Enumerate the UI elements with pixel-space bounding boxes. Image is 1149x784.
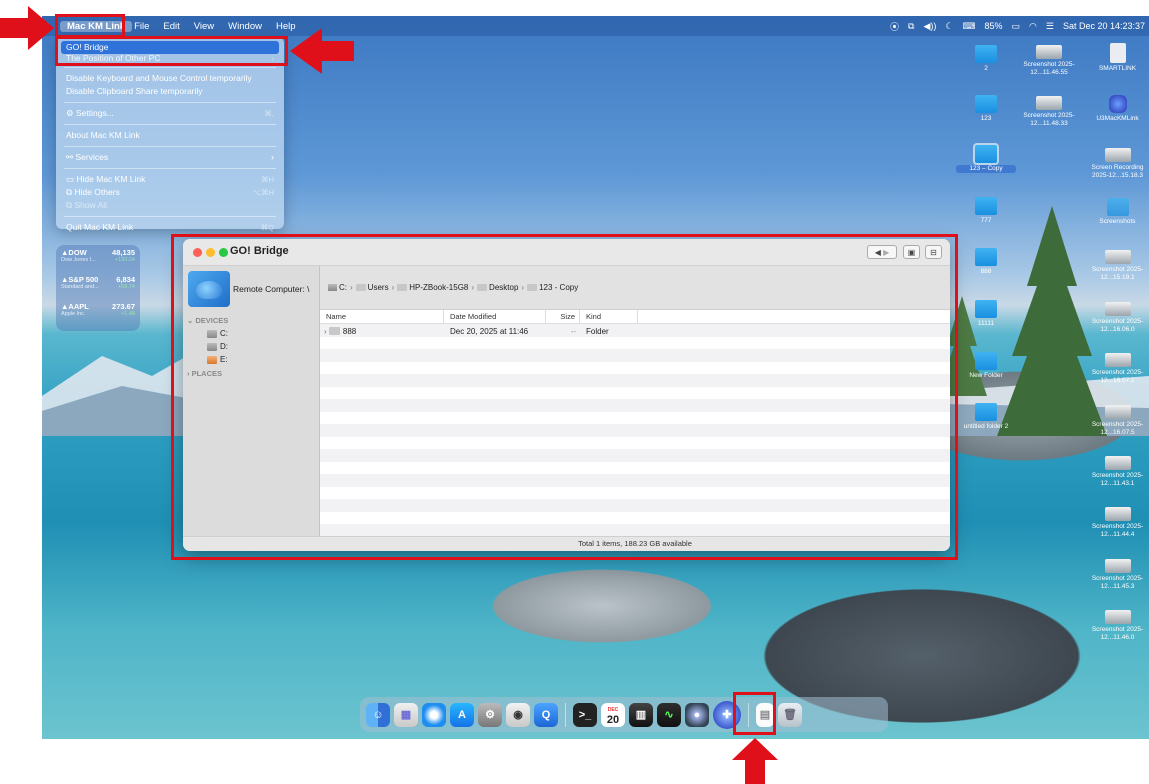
trash-icon[interactable]: 🗑 [778, 702, 802, 727]
system-settings-icon[interactable]: ⚙ [478, 702, 502, 727]
app-icon [1108, 95, 1127, 113]
stocks-widget[interactable]: ▲DOW 48,135 Dow Jones I... +183.04 ▲S&P 50… [56, 245, 140, 331]
quicktime-icon[interactable]: Q [534, 702, 558, 727]
keyboard-icon[interactable]: ⌨ [962, 21, 975, 32]
highlight-box-window [171, 234, 958, 560]
desktop-folder-777[interactable]: 777 [956, 197, 1016, 225]
launchpad-icon[interactable]: ▦ [394, 702, 418, 727]
folder-icon [975, 352, 997, 370]
piano-icon[interactable]: ▥ [629, 702, 653, 727]
terminal-icon[interactable]: >_ [573, 702, 597, 727]
hide-icon: ▭ [66, 174, 77, 184]
stock-dow: ▲DOW 48,135 Dow Jones I... +183.04 [61, 248, 135, 263]
red-arrow-left [290, 28, 354, 74]
dock: ☺ ▦ ✦ A ⚙ ◉ Q >_ DEC 20 ▥ ∿ ● ✚ ▤ 🗑 [360, 697, 888, 732]
screenshot-app-icon[interactable]: ◉ [506, 702, 530, 727]
gear-icon: ⚙ [66, 108, 76, 118]
highlight-box-go-bridge [55, 36, 288, 66]
folder-icon [975, 197, 997, 215]
screen-record-icon[interactable]: ⦿ [890, 20, 899, 33]
menu-item-services[interactable]: ⚯ Services › [61, 151, 279, 164]
menu-item-quit[interactable]: Quit Mac KM Link ⌘Q [61, 221, 279, 234]
menu-item-settings[interactable]: ⚙ Settings... ⌘, [61, 107, 279, 120]
screenshot-thumbnail-icon [1036, 45, 1062, 59]
menu-bar-status: ⦿ ⧉ ◀)) ☾ ⌨ 85% ▭ ◠ ☰ Sat Dec 20 14:23:3… [890, 16, 1149, 36]
screenshot-thumbnail-icon [1104, 456, 1131, 470]
desktop-screenshot-3[interactable]: Screenshot 2025-12...15.19.1 [1086, 250, 1149, 282]
activity-monitor-icon[interactable]: ∿ [657, 702, 681, 727]
folder-icon [1106, 198, 1129, 216]
screenshot-thumbnail-icon [1104, 302, 1131, 316]
screenshot-thumbnail-icon [1104, 559, 1131, 573]
dock-divider [565, 702, 566, 727]
menu-file[interactable]: File [132, 21, 156, 32]
desktop-screenshot-1[interactable]: Screenshot 2025-12...11.46.55 [1017, 45, 1081, 77]
desktop-screenshot-9[interactable]: Screenshot 2025-12...11.45.3 [1086, 559, 1149, 591]
desktop-screen-recording[interactable]: Screen Recording 2025-12...15.18.3 [1086, 148, 1149, 180]
link-icon[interactable]: ⧉ [908, 21, 914, 32]
desktop-folder-new-folder[interactable]: New Folder [956, 352, 1016, 380]
folder-icon [973, 143, 999, 165]
moon-icon[interactable]: ☾ [945, 21, 953, 32]
screenshot-thumbnail-icon [1104, 507, 1131, 521]
folder-icon [975, 403, 997, 421]
disk-utility-icon[interactable]: ● [685, 702, 709, 727]
desktop-u3mackmlink[interactable]: U3MacKMLink [1086, 95, 1149, 123]
desktop-screenshot-5[interactable]: Screenshot 2025-12...16.07.1 [1086, 353, 1149, 385]
desktop-screenshot-2[interactable]: Screenshot 2025-12...11.48.33 [1017, 96, 1081, 128]
desktop-screenshot-10[interactable]: Screenshot 2025-12...11.46.0 [1086, 610, 1149, 642]
menu-edit[interactable]: Edit [156, 21, 186, 32]
desktop-folder-untitled-2[interactable]: untitled folder 2 [956, 403, 1016, 431]
stock-sp500: ▲S&P 500 6,834 Standard and... +59.74 [61, 275, 135, 290]
red-arrow-right [0, 6, 54, 50]
battery-icon[interactable]: ▭ [1011, 21, 1020, 32]
desktop-screenshot-8[interactable]: Screenshot 2025-12...11.44.4 [1086, 507, 1149, 539]
folder-icon [975, 248, 997, 266]
screenshot-thumbnail-icon [1104, 250, 1131, 264]
folder-icon [975, 300, 997, 318]
battery-percent[interactable]: 85% [984, 21, 1002, 31]
highlight-box-dock-icon [733, 692, 776, 735]
control-center-icon[interactable]: ☰ [1046, 21, 1054, 32]
finder-icon[interactable]: ☺ [366, 702, 390, 727]
screenshot-thumbnail-icon [1104, 405, 1131, 419]
stock-aapl: ▲AAPL 273.67 Apple Inc. +1.48 [61, 302, 135, 317]
folder-icon [975, 95, 997, 113]
desktop-screenshot-7[interactable]: Screenshot 2025-12...11.43.1 [1086, 456, 1149, 488]
screenshot-thumbnail-icon [1104, 353, 1131, 367]
desktop-folder-123-copy[interactable]: 123 – Copy [956, 143, 1016, 173]
highlight-box-app-menu [55, 14, 125, 38]
desktop-smartlink[interactable]: SMARTLINK [1086, 43, 1149, 73]
volume-icon[interactable]: ◀)) [923, 21, 936, 32]
menu-item-hide[interactable]: ▭ Hide Mac KM Link ⌘H [61, 173, 279, 186]
desktop-screenshot-6[interactable]: Screenshot 2025-12...16.07.5 [1086, 405, 1149, 437]
calendar-icon[interactable]: DEC 20 [601, 702, 625, 727]
menu-item-about[interactable]: About Mac KM Link [61, 129, 279, 142]
desktop-folder-11111[interactable]: 11111 [956, 300, 1016, 328]
desktop-screenshot-4[interactable]: Screenshot 2025-12...16.06.0 [1086, 302, 1149, 334]
screenshot-thumbnail-icon [1036, 96, 1062, 110]
menu-bar: Mac KM Link File Edit View Window Help ⦿… [42, 16, 1149, 36]
desktop-folder-2[interactable]: 2 [956, 45, 1016, 73]
desktop-screenshots-folder[interactable]: Screenshots [1086, 198, 1149, 226]
red-arrow-up [732, 738, 778, 784]
screenshot-thumbnail-icon [1104, 148, 1131, 162]
desktop-folder-123[interactable]: 123 [956, 95, 1016, 123]
screenshot-stage: Mac KM Link File Edit View Window Help ⦿… [0, 0, 1149, 784]
folder-icon [975, 45, 997, 63]
wifi-icon[interactable]: ◠ [1029, 21, 1037, 32]
menu-view[interactable]: View [187, 21, 221, 32]
menu-item-disable-keyboard[interactable]: Disable Keyboard and Mouse Control tempo… [61, 72, 279, 85]
safari-icon[interactable]: ✦ [422, 702, 446, 727]
menu-item-show-all: ⧉ Show All [66, 200, 108, 210]
clock[interactable]: Sat Dec 20 14:23:37 [1063, 21, 1145, 31]
menu-item-disable-clipboard[interactable]: Disable Clipboard Share temporarily [61, 85, 279, 98]
document-icon [1109, 43, 1126, 63]
app-store-icon[interactable]: A [450, 702, 474, 727]
menu-item-hide-others[interactable]: ⧉ Hide Others ⌥⌘H [61, 186, 279, 199]
desktop-folder-888[interactable]: 888 [956, 248, 1016, 276]
screenshot-thumbnail-icon [1104, 610, 1131, 624]
menu-window[interactable]: Window [221, 21, 269, 32]
